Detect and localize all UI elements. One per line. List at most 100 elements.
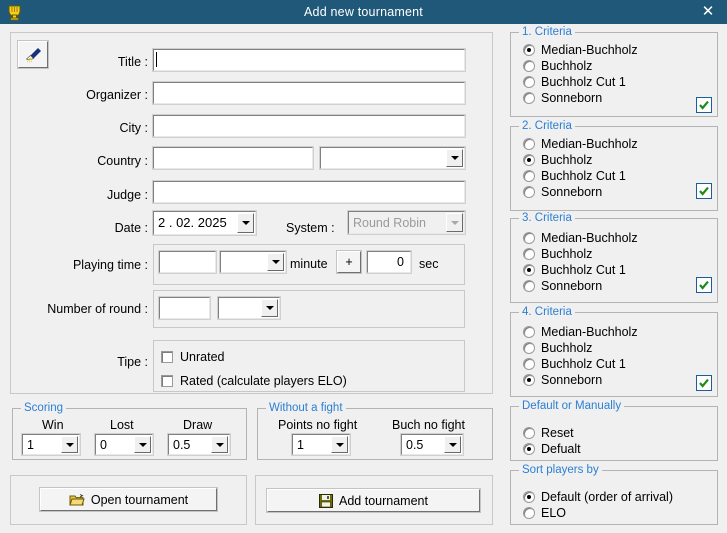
tipe-label: Tipe : (117, 355, 148, 369)
radio-icon (523, 358, 535, 370)
add-tournament-button[interactable]: Add tournament (266, 488, 481, 513)
criteria-1-option-sonneborn[interactable]: Sonneborn (523, 91, 602, 105)
scoring-win-combobox[interactable]: 1 (21, 433, 81, 456)
number-of-round-combobox[interactable] (217, 296, 281, 320)
criteria-3-option-buchholz-cut-1[interactable]: Buchholz Cut 1 (523, 263, 626, 277)
system-label: System : (286, 221, 335, 235)
tipe-rated-label: Rated (calculate players ELO) (180, 374, 347, 388)
brush-icon (25, 47, 41, 62)
chevron-down-icon[interactable] (446, 149, 463, 167)
city-input[interactable] (152, 114, 466, 138)
sort-players-by-option-default[interactable]: Default (order of arrival) (523, 490, 673, 504)
criteria-1-group-label: 1. Criteria (519, 26, 575, 38)
criteria-3-option-buchholz[interactable]: Buchholz (523, 247, 592, 261)
close-icon[interactable]: ✕ (699, 3, 717, 21)
minute-unit-label: minute (290, 257, 328, 271)
checkbox-icon (161, 351, 173, 363)
default-or-manually-group-label: Default or Manually (519, 400, 625, 412)
chevron-down-icon[interactable] (267, 253, 284, 271)
plus-icon: + (345, 255, 353, 269)
criteria-1-option-buchholz-cut-1[interactable]: Buchholz Cut 1 (523, 75, 626, 89)
check-icon (699, 378, 709, 388)
judge-input[interactable] (152, 180, 466, 204)
criteria-4-option-sonneborn[interactable]: Sonneborn (523, 373, 602, 387)
playing-time-minutes-input[interactable] (158, 250, 217, 274)
criteria-2-option-buchholz-cut-1[interactable]: Buchholz Cut 1 (523, 169, 626, 183)
chevron-down-icon[interactable] (237, 213, 254, 233)
playing-time-label: Playing time : (72, 258, 148, 272)
number-of-round-label: Number of round : (47, 302, 148, 316)
chevron-down-icon[interactable] (134, 436, 151, 453)
check-icon (699, 100, 709, 110)
radio-icon (523, 264, 535, 276)
country-input[interactable] (152, 146, 314, 170)
radio-icon (523, 154, 535, 166)
radio-icon (523, 342, 535, 354)
chevron-down-icon[interactable] (211, 436, 228, 453)
tipe-rated-checkbox[interactable]: Rated (calculate players ELO) (161, 374, 347, 388)
organizer-input[interactable] (152, 81, 466, 105)
folder-open-icon (69, 493, 85, 505)
radio-icon (523, 326, 535, 338)
radio-icon (523, 280, 535, 292)
add-seconds-button[interactable]: + (336, 250, 362, 274)
criteria-2-enable-checkbox[interactable] (696, 183, 712, 199)
default-or-manually-option-reset[interactable]: Reset (523, 426, 574, 440)
criteria-3-option-median-buchholz[interactable]: Median-Buchholz (523, 231, 638, 245)
criteria-3-enable-checkbox[interactable] (696, 277, 712, 293)
open-tournament-label: Open tournament (90, 492, 189, 507)
add-tournament-dialog: Add new tournament ✕ Title : Organizer :… (0, 0, 727, 533)
buch-no-fight-combobox[interactable]: 0.5 (400, 433, 464, 456)
radio-icon (523, 232, 535, 244)
criteria-1-option-buchholz[interactable]: Buchholz (523, 59, 592, 73)
tipe-unrated-checkbox[interactable]: Unrated (161, 350, 224, 364)
criteria-2-option-buchholz[interactable]: Buchholz (523, 153, 592, 167)
system-combobox[interactable]: Round Robin (347, 210, 466, 235)
clear-form-button[interactable] (17, 40, 49, 69)
buch-no-fight-value: 0.5 (406, 437, 424, 452)
check-icon (699, 186, 709, 196)
open-tournament-button[interactable]: Open tournament (39, 487, 218, 512)
chevron-down-icon[interactable] (331, 436, 348, 453)
radio-icon (523, 248, 535, 260)
radio-icon (523, 60, 535, 72)
radio-icon (523, 186, 535, 198)
date-label: Date : (114, 221, 148, 235)
chevron-down-icon[interactable] (261, 299, 278, 317)
title-input[interactable] (152, 48, 466, 72)
default-or-manually-option-defualt[interactable]: Defualt (523, 442, 581, 456)
criteria-4-option-buchholz[interactable]: Buchholz (523, 341, 592, 355)
chevron-down-icon (446, 213, 463, 232)
sort-players-by-option-elo[interactable]: ELO (523, 506, 566, 520)
criteria-3-option-sonneborn[interactable]: Sonneborn (523, 279, 602, 293)
criteria-4-enable-checkbox[interactable] (696, 375, 712, 391)
add-tournament-label: Add tournament (339, 493, 428, 508)
points-no-fight-combobox[interactable]: 1 (291, 433, 351, 456)
criteria-1-enable-checkbox[interactable] (696, 97, 712, 113)
scoring-draw-combobox[interactable]: 0.5 (167, 433, 231, 456)
country-combobox[interactable] (319, 146, 466, 170)
playing-time-minutes-combobox[interactable] (219, 250, 287, 274)
scoring-win-value: 1 (27, 437, 34, 452)
sec-unit-label: sec (419, 257, 439, 271)
scoring-draw-label: Draw (183, 418, 213, 432)
criteria-4-option-buchholz-cut-1[interactable]: Buchholz Cut 1 (523, 357, 626, 371)
date-picker[interactable]: 2 . 02. 2025 (152, 210, 257, 236)
floppy-save-icon (319, 493, 334, 508)
criteria-2-option-median-buchholz[interactable]: Median-Buchholz (523, 137, 638, 151)
criteria-4-option-median-buchholz[interactable]: Median-Buchholz (523, 325, 638, 339)
city-label: City : (119, 121, 148, 135)
without-a-fight-group-label: Without a fight (266, 402, 346, 414)
country-label: Country : (97, 154, 148, 168)
chevron-down-icon[interactable] (61, 436, 78, 453)
playing-time-seconds-input[interactable]: 0 (366, 250, 412, 274)
scoring-lost-combobox[interactable]: 0 (94, 433, 154, 456)
check-icon (699, 280, 709, 290)
criteria-2-option-sonneborn[interactable]: Sonneborn (523, 185, 602, 199)
criteria-2-group-label: 2. Criteria (519, 120, 575, 132)
radio-icon (523, 44, 535, 56)
number-of-round-input[interactable] (158, 296, 211, 320)
chevron-down-icon[interactable] (444, 436, 461, 453)
criteria-1-option-median-buchholz[interactable]: Median-Buchholz (523, 43, 638, 57)
scoring-lost-label: Lost (110, 418, 134, 432)
